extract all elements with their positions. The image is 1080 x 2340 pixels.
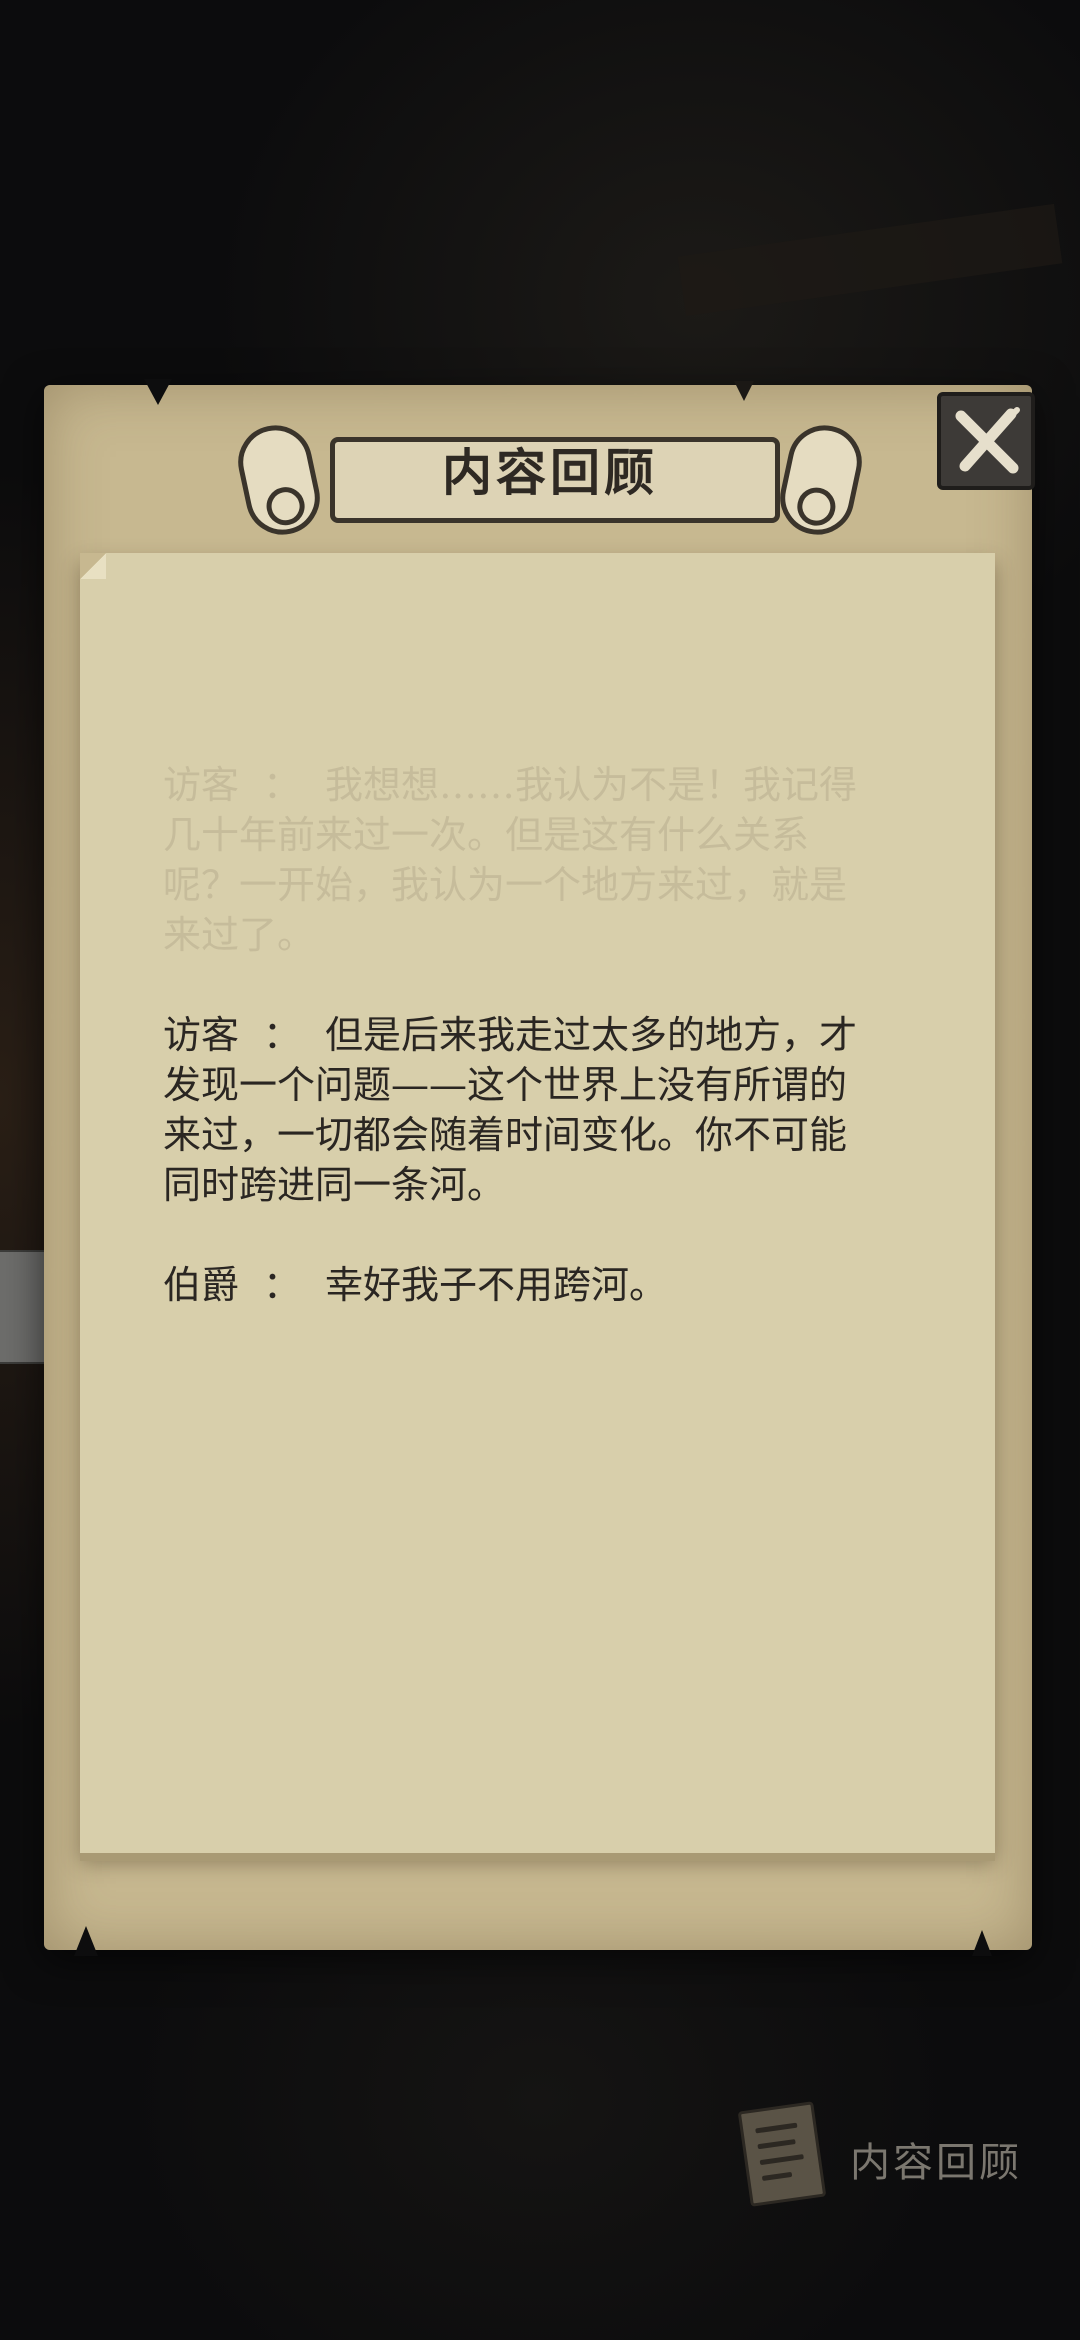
dialog-line: 幸好我子不用跨河。	[325, 1263, 668, 1307]
dialog-line: 发现一个问题——这个世界上没有所谓的	[163, 1063, 848, 1107]
dialog-entry: 访客 ： 但是后来我走过太多的地方，才 发现一个问题——这个世界上没有所谓的 来过，…	[163, 1010, 953, 1210]
close-x-icon	[955, 407, 1020, 474]
dialog-entry: 伯爵 ： 幸好我子不用跨河。	[163, 1260, 953, 1310]
speaker-name: 访客	[163, 1013, 240, 1057]
paper-corner-fold	[80, 553, 106, 579]
speaker-separator: ：	[263, 1263, 302, 1307]
review-button-label: 内容回顾	[850, 2140, 1022, 2186]
dialog-line: 几十年前来过一次。但是这有什么关系	[163, 813, 810, 857]
background-side-tab	[0, 1250, 48, 1364]
dialog-line: 我想想……我认为不是！我记得	[325, 763, 858, 807]
speaker-name: 访客	[163, 763, 240, 807]
dialog-line: 呢？一开始，我认为一个地方来过，就是	[163, 863, 848, 907]
speaker-separator: ：	[263, 1013, 302, 1057]
speaker-name: 伯爵	[163, 1263, 240, 1307]
scroll-paper-icon	[737, 2101, 827, 2207]
close-button[interactable]	[937, 392, 1035, 490]
page-title: 内容回顾	[442, 443, 658, 502]
speaker-separator: ：	[263, 763, 302, 807]
dialog-entry: 访客 ： 我想想……我认为不是！我记得 几十年前来过一次。但是这有什么关系 呢？一开…	[163, 760, 953, 960]
dialog-log: 访客 ： 我想想……我认为不是！我记得 几十年前来过一次。但是这有什么关系 呢？一开…	[163, 760, 953, 1360]
title-banner: 内容回顾	[231, 418, 869, 542]
dialog-line: 来过，一切都会随着时间变化。你不可能	[163, 1113, 848, 1157]
dialog-line: 但是后来我走过太多的地方，才	[325, 1013, 858, 1057]
dialog-line: 来过了。	[163, 913, 316, 957]
content-review-button[interactable]: 内容回顾	[737, 2100, 1060, 2210]
dialog-line: 同时跨进同一条河。	[163, 1163, 506, 1207]
